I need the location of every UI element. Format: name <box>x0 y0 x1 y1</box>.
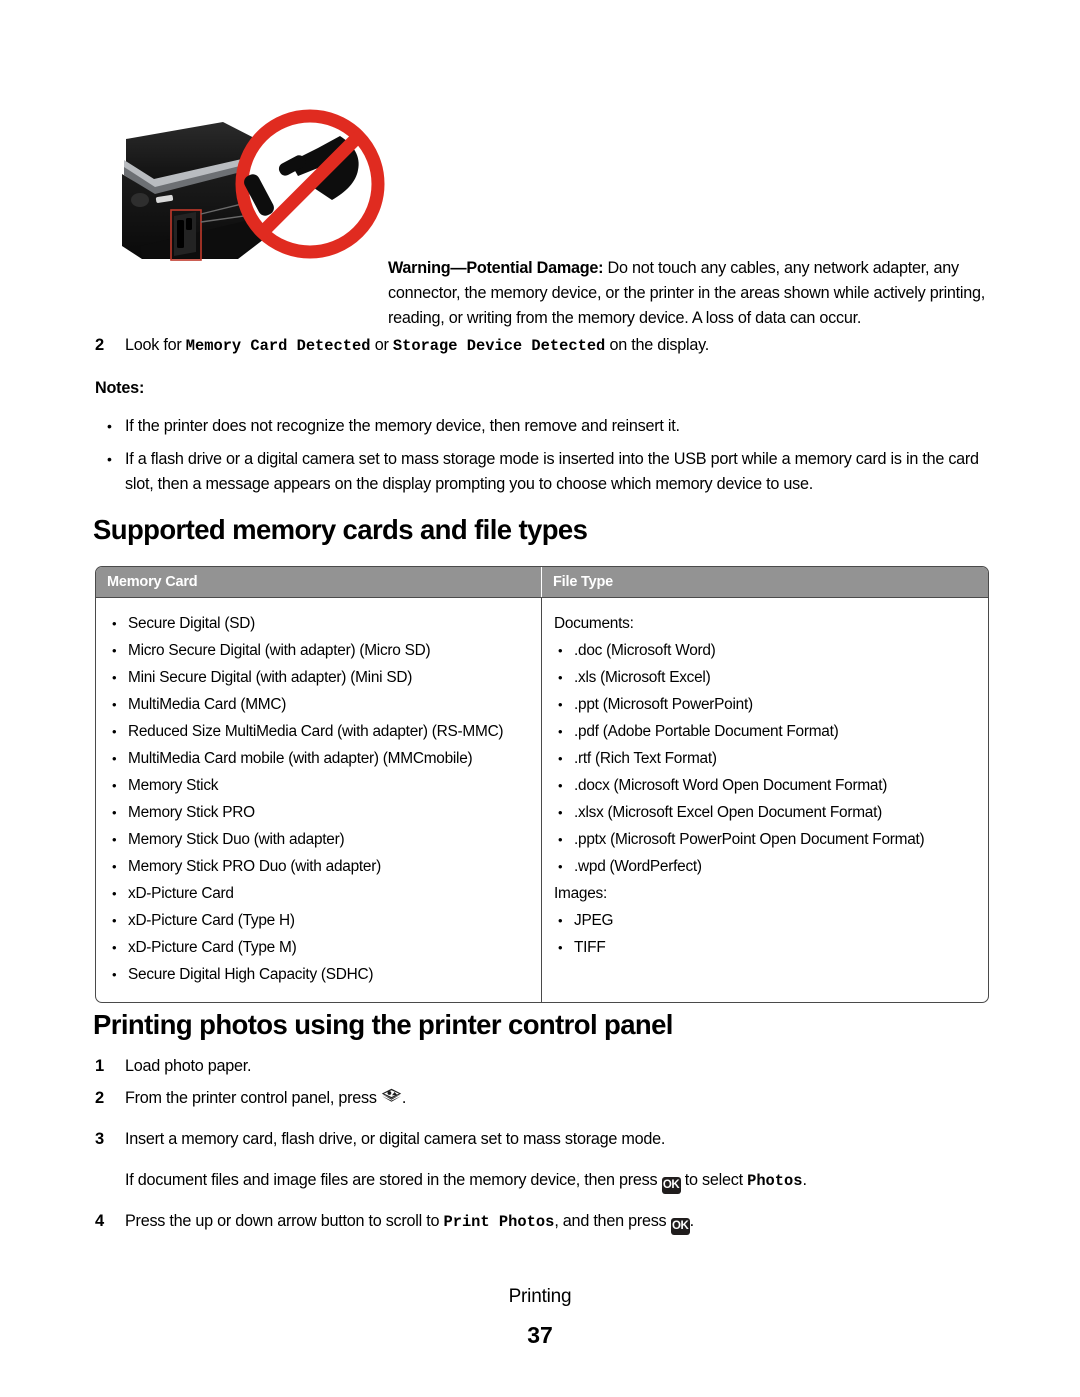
list-item: JPEG <box>552 907 978 934</box>
step-text-before: From the printer control panel, press <box>125 1089 381 1107</box>
heading-supported-memory-cards: Supported memory cards and file types <box>93 514 588 545</box>
document-file-type-list: .doc (Microsoft Word) .xls (Microsoft Ex… <box>552 637 978 880</box>
list-item: .docx (Microsoft Word Open Document Form… <box>552 772 978 799</box>
list-item: Reduced Size MultiMedia Card (with adapt… <box>106 718 531 745</box>
warning-potential-damage: Warning—Potential Damage: Do not touch a… <box>388 256 992 331</box>
notes-list: If the printer does not recognize the me… <box>95 414 995 505</box>
supported-memory-cards-table: Memory Card File Type Secure Digital (SD… <box>95 566 989 1003</box>
cell-file-types: Documents: .doc (Microsoft Word) .xls (M… <box>542 598 988 1002</box>
step-text-before: Press the up or down arrow button to scr… <box>125 1212 444 1230</box>
list-item: .doc (Microsoft Word) <box>552 637 978 664</box>
column-header-file-type: File Type <box>553 574 613 590</box>
list-item: .wpd (WordPerfect) <box>552 853 978 880</box>
step-number: 2 <box>95 336 104 354</box>
print-step-4: 4 Press the up or down arrow button to s… <box>95 1209 995 1235</box>
print-step-1: 1 Load photo paper. <box>95 1054 995 1078</box>
cell-memory-cards: Secure Digital (SD) Micro Secure Digital… <box>96 598 542 1002</box>
step-number: 1 <box>95 1057 104 1075</box>
notes-label: Notes: <box>95 379 145 397</box>
step-sub-text: If document files and image files are st… <box>125 1171 808 1194</box>
step-sub-text-after: . <box>802 1171 808 1189</box>
step-text-before: Look for <box>125 336 186 354</box>
list-item: Secure Digital High Capacity (SDHC) <box>106 961 531 988</box>
note-item: If the printer does not recognize the me… <box>95 414 995 439</box>
file-type-group-documents-label: Documents: <box>554 615 634 632</box>
step-number: 4 <box>95 1212 104 1230</box>
code-storage-device-detected: Storage Device Detected <box>392 337 606 355</box>
print-step-2: 2 From the printer control panel, press … <box>95 1086 995 1110</box>
step-text-after: . <box>401 1089 407 1107</box>
ok-button-icon: OK <box>670 1218 690 1235</box>
step-number: 3 <box>95 1130 104 1148</box>
step-text-mid: or <box>370 336 393 354</box>
step-look-for-message: 2 Look for Memory Card Detected or Stora… <box>95 333 995 358</box>
image-file-type-list: JPEG TIFF <box>552 907 978 961</box>
code-memory-card-detected: Memory Card Detected <box>185 337 371 355</box>
list-item: .ppt (Microsoft PowerPoint) <box>552 691 978 718</box>
document-page: Warning—Potential Damage: Do not touch a… <box>0 0 1080 1397</box>
list-item: TIFF <box>552 934 978 961</box>
table-header-row: Memory Card File Type <box>96 567 988 597</box>
step-text: Insert a memory card, flash drive, or di… <box>125 1130 666 1148</box>
step-text: Load photo paper. <box>125 1057 252 1075</box>
step-sub-text-before: If document files and image files are st… <box>125 1171 662 1189</box>
step-text: Look for Memory Card Detected or Storage… <box>125 333 995 358</box>
warning-label: Warning—Potential Damage: <box>388 259 604 277</box>
print-step-3: 3 Insert a memory card, flash drive, or … <box>95 1127 995 1151</box>
heading-printing-photos: Printing photos using the printer contro… <box>93 1009 673 1040</box>
list-item: .rtf (Rich Text Format) <box>552 745 978 772</box>
list-item: Mini Secure Digital (with adapter) (Mini… <box>106 664 531 691</box>
list-item: xD-Picture Card (Type M) <box>106 934 531 961</box>
list-item: Micro Secure Digital (with adapter) (Mic… <box>106 637 531 664</box>
photo-card-icon <box>381 1088 402 1107</box>
printer-no-touch-illustration <box>118 96 413 274</box>
memory-card-list: Secure Digital (SD) Micro Secure Digital… <box>106 610 531 988</box>
table-body-row: Secure Digital (SD) Micro Secure Digital… <box>96 597 988 1002</box>
list-item: MultiMedia Card (MMC) <box>106 691 531 718</box>
step-text-after: . <box>689 1212 695 1230</box>
list-item: Secure Digital (SD) <box>106 610 531 637</box>
list-item: .xlsx (Microsoft Excel Open Document For… <box>552 799 978 826</box>
list-item: Memory Stick PRO <box>106 799 531 826</box>
code-print-photos: Print Photos <box>443 1213 555 1231</box>
step-text: From the printer control panel, press . <box>125 1086 995 1110</box>
ok-button-icon: OK <box>661 1177 681 1194</box>
list-item: Memory Stick PRO Duo (with adapter) <box>106 853 531 880</box>
column-header-memory-card: Memory Card <box>96 567 542 597</box>
list-item: .pptx (Microsoft PowerPoint Open Documen… <box>552 826 978 853</box>
footer-page-number: 37 <box>527 1322 553 1348</box>
list-item: xD-Picture Card (Type H) <box>106 907 531 934</box>
list-item: Memory Stick Duo (with adapter) <box>106 826 531 853</box>
list-item: .xls (Microsoft Excel) <box>552 664 978 691</box>
step-text-after: on the display. <box>605 336 710 354</box>
list-item: xD-Picture Card <box>106 880 531 907</box>
list-item: Memory Stick <box>106 772 531 799</box>
note-item: If a flash drive or a digital camera set… <box>95 447 995 497</box>
step-number: 2 <box>95 1089 104 1107</box>
list-item: MultiMedia Card mobile (with adapter) (M… <box>106 745 531 772</box>
step-sub-text-mid: to select <box>680 1171 748 1189</box>
no-touch-symbol <box>235 109 385 259</box>
list-item: .pdf (Adobe Portable Document Format) <box>552 718 978 745</box>
step-text-mid: , and then press <box>554 1212 671 1230</box>
file-type-group-images-label: Images: <box>554 885 607 902</box>
step-text: Press the up or down arrow button to scr… <box>125 1209 995 1235</box>
footer-section-name: Printing <box>508 1286 572 1307</box>
print-step-3-note: If document files and image files are st… <box>125 1168 1005 1194</box>
code-photos: Photos <box>747 1172 803 1190</box>
